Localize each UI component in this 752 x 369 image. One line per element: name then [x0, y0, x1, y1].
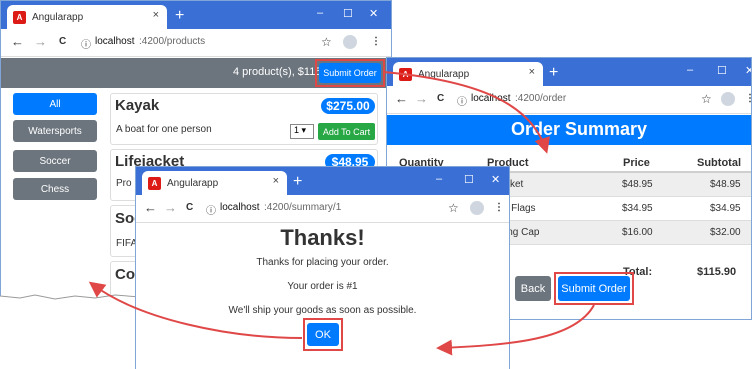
flow-arrows — [88, 71, 595, 356]
arrow-submit-to-thanks — [436, 304, 595, 356]
arrow-ok-to-products — [88, 281, 303, 339]
arrow-submit-to-order — [383, 71, 550, 154]
